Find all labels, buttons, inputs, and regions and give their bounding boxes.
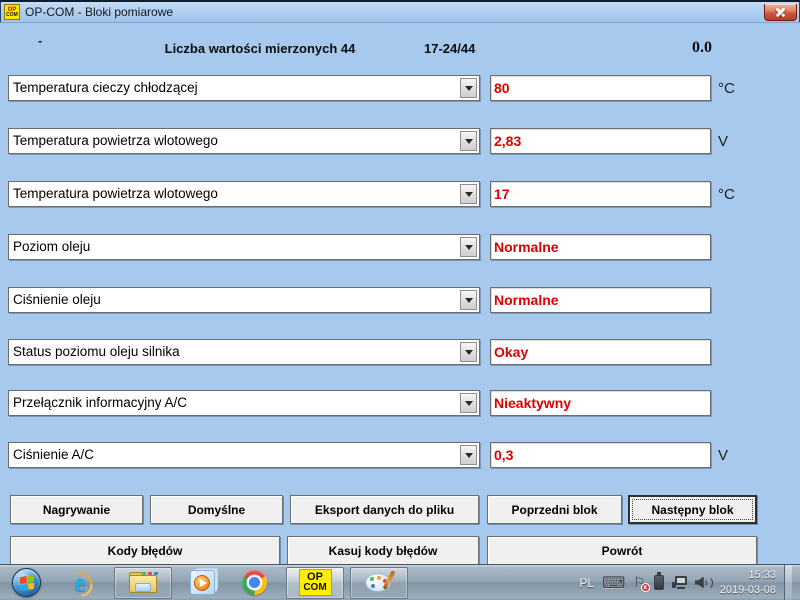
media-player-icon: [190, 570, 215, 595]
network-icon[interactable]: [672, 576, 687, 589]
unit-label: V: [718, 442, 728, 468]
keyboard-icon[interactable]: ⌨: [602, 573, 625, 592]
measurement-row: Poziom oleju Normalne: [0, 234, 800, 260]
value-text: 2,83: [494, 129, 521, 153]
battery-icon[interactable]: [654, 575, 664, 590]
value-field[interactable]: Okay: [490, 339, 711, 365]
close-icon: [776, 8, 785, 17]
value-field[interactable]: 17: [490, 181, 711, 207]
parameter-dropdown[interactable]: Temperatura powietrza wlotowego: [8, 181, 480, 207]
action-center-flag-icon[interactable]: ⚐x: [633, 575, 646, 591]
chevron-down-icon[interactable]: [460, 445, 477, 465]
title-bar: OP COM OP-COM - Bloki pomiarowe: [0, 0, 800, 22]
parameter-dropdown[interactable]: Temperatura powietrza wlotowego: [8, 128, 480, 154]
chevron-down-icon[interactable]: [460, 184, 477, 204]
chevron-down-icon[interactable]: [460, 78, 477, 98]
value-text: 17: [494, 182, 510, 206]
unit-label: V: [718, 128, 728, 154]
clock-date: 2019-03-08: [720, 583, 776, 597]
measurement-row: Status poziomu oleju silnika Okay: [0, 339, 800, 365]
chrome-icon: [242, 570, 267, 595]
opcom-app-icon: OP COM: [4, 4, 20, 20]
button-nast-pny-blok[interactable]: Następny blok: [628, 495, 757, 524]
value-field[interactable]: Normalne: [490, 287, 711, 313]
parameter-dropdown-value: Temperatura powietrza wlotowego: [13, 129, 457, 153]
value-text: Normalne: [494, 288, 559, 312]
chevron-down-icon[interactable]: [460, 237, 477, 257]
taskbar-item-google-chrome[interactable]: [234, 567, 274, 599]
value-text: Normalne: [494, 235, 559, 259]
system-tray: PL ⌨ ⚐x 15:33 2019-03-08: [579, 565, 800, 600]
clock[interactable]: 15:33 2019-03-08: [720, 568, 776, 597]
taskbar: e OPCOM PL ⌨ ⚐x 15:33 2019-03-08: [0, 564, 800, 600]
volume-icon[interactable]: [695, 576, 712, 590]
show-desktop-button[interactable]: [784, 565, 792, 600]
close-button[interactable]: [764, 4, 797, 21]
folder-icon: [129, 572, 157, 593]
opcom-icon: OPCOM: [299, 569, 332, 596]
button-nagrywanie[interactable]: Nagrywanie: [10, 495, 143, 524]
measurement-row: Temperatura cieczy chłodzącej 80 °C: [0, 75, 800, 101]
value-field[interactable]: 0,3: [490, 442, 711, 468]
header-dash: -: [38, 33, 42, 48]
window-title: OP-COM - Bloki pomiarowe: [25, 5, 173, 19]
chevron-down-icon[interactable]: [460, 290, 477, 310]
parameter-dropdown-value: Status poziomu oleju silnika: [13, 340, 457, 364]
chevron-down-icon[interactable]: [460, 131, 477, 151]
unit-label: °C: [718, 181, 735, 207]
chevron-down-icon[interactable]: [460, 342, 477, 362]
parameter-dropdown-value: Temperatura cieczy chłodzącej: [13, 76, 457, 100]
taskbar-item-internet-explorer[interactable]: e: [60, 567, 100, 599]
measurement-row: Temperatura powietrza wlotowego 2,83 V: [0, 128, 800, 154]
chevron-down-icon[interactable]: [460, 393, 477, 413]
value-text: 80: [494, 76, 510, 100]
paint-icon: [365, 571, 393, 594]
measured-count-label: Liczba wartości mierzonych 44: [128, 41, 392, 56]
value-text: 0,3: [494, 443, 513, 467]
parameter-dropdown-value: Ciśnienie oleju: [13, 288, 457, 312]
value-field[interactable]: 2,83: [490, 128, 711, 154]
button-poprzedni-blok[interactable]: Poprzedni blok: [487, 495, 622, 524]
clock-time: 15:33: [720, 568, 776, 582]
block-range-label: 17-24/44: [424, 41, 475, 56]
value-field[interactable]: 80: [490, 75, 711, 101]
windows-start-icon: [12, 568, 41, 597]
parameter-dropdown[interactable]: Ciśnienie A/C: [8, 442, 480, 468]
parameter-dropdown-value: Przełącznik informacyjny A/C: [13, 391, 457, 415]
button-kasuj-kody-b-d-w[interactable]: Kasuj kody błędów: [287, 536, 479, 565]
parameter-dropdown[interactable]: Status poziomu oleju silnika: [8, 339, 480, 365]
parameter-dropdown[interactable]: Poziom oleju: [8, 234, 480, 260]
button-domy-lne[interactable]: Domyślne: [150, 495, 283, 524]
header-extra-value: 0.0: [660, 39, 712, 57]
measurement-row: Ciśnienie A/C 0,3 V: [0, 442, 800, 468]
measurement-row: Ciśnienie oleju Normalne: [0, 287, 800, 313]
value-text: Okay: [494, 340, 528, 364]
taskbar-apps: e OPCOM: [0, 565, 412, 600]
unit-label: °C: [718, 75, 735, 101]
parameter-dropdown-value: Ciśnienie A/C: [13, 443, 457, 467]
value-text: Nieaktywny: [494, 391, 571, 415]
value-field[interactable]: Normalne: [490, 234, 711, 260]
taskbar-item-paint[interactable]: [350, 567, 408, 599]
parameter-dropdown-value: Poziom oleju: [13, 235, 457, 259]
taskbar-item-op-com[interactable]: OPCOM: [286, 567, 344, 599]
parameter-dropdown[interactable]: Temperatura cieczy chłodzącej: [8, 75, 480, 101]
parameter-dropdown[interactable]: Przełącznik informacyjny A/C: [8, 390, 480, 416]
internet-explorer-icon: e: [65, 568, 95, 598]
parameter-dropdown-value: Temperatura powietrza wlotowego: [13, 182, 457, 206]
measurement-row: Przełącznik informacyjny A/C Nieaktywny: [0, 390, 800, 416]
taskbar-item-start[interactable]: [6, 567, 46, 599]
app-icon-text-bottom: COM: [6, 13, 18, 18]
parameter-dropdown[interactable]: Ciśnienie oleju: [8, 287, 480, 313]
measurement-row: Temperatura powietrza wlotowego 17 °C: [0, 181, 800, 207]
value-field[interactable]: Nieaktywny: [490, 390, 711, 416]
button-eksport-danych-do-pliku[interactable]: Eksport danych do pliku: [290, 495, 479, 524]
button-powr-t[interactable]: Powrót: [487, 536, 757, 565]
language-indicator[interactable]: PL: [579, 576, 594, 590]
taskbar-item-windows-explorer[interactable]: [114, 567, 172, 599]
button-kody-b-d-w[interactable]: Kody błędów: [10, 536, 280, 565]
action-center-error-badge: x: [641, 583, 650, 592]
taskbar-item-windows-media-player[interactable]: [182, 567, 222, 599]
